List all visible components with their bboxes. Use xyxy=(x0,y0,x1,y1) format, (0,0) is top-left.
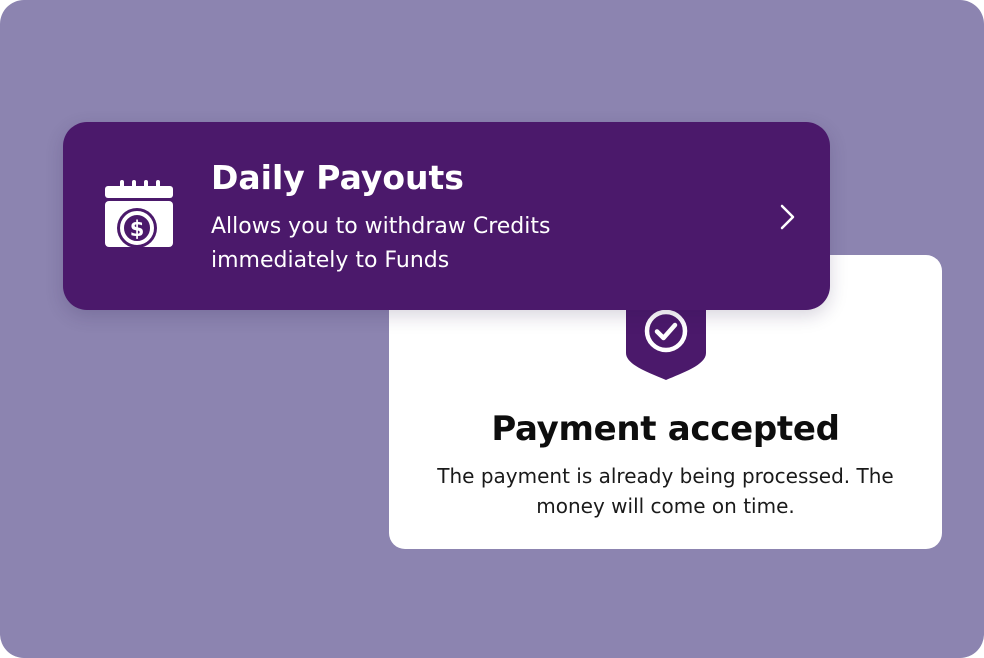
svg-text:$: $ xyxy=(130,217,145,241)
payment-description: The payment is already being processed. … xyxy=(437,464,894,518)
chevron-right-icon[interactable] xyxy=(777,202,799,232)
daily-payouts-card[interactable]: $ Daily Payouts Allows you to withdraw C… xyxy=(63,122,830,310)
payout-description: Allows you to withdraw Credits immediate… xyxy=(211,214,551,273)
calendar-dollar-icon: $ xyxy=(105,180,173,248)
background-canvas: Payment accepted The payment is already … xyxy=(0,0,984,658)
payout-title: Daily Payouts xyxy=(211,158,464,197)
check-circle-icon xyxy=(644,309,688,353)
payment-title: Payment accepted xyxy=(491,409,840,449)
